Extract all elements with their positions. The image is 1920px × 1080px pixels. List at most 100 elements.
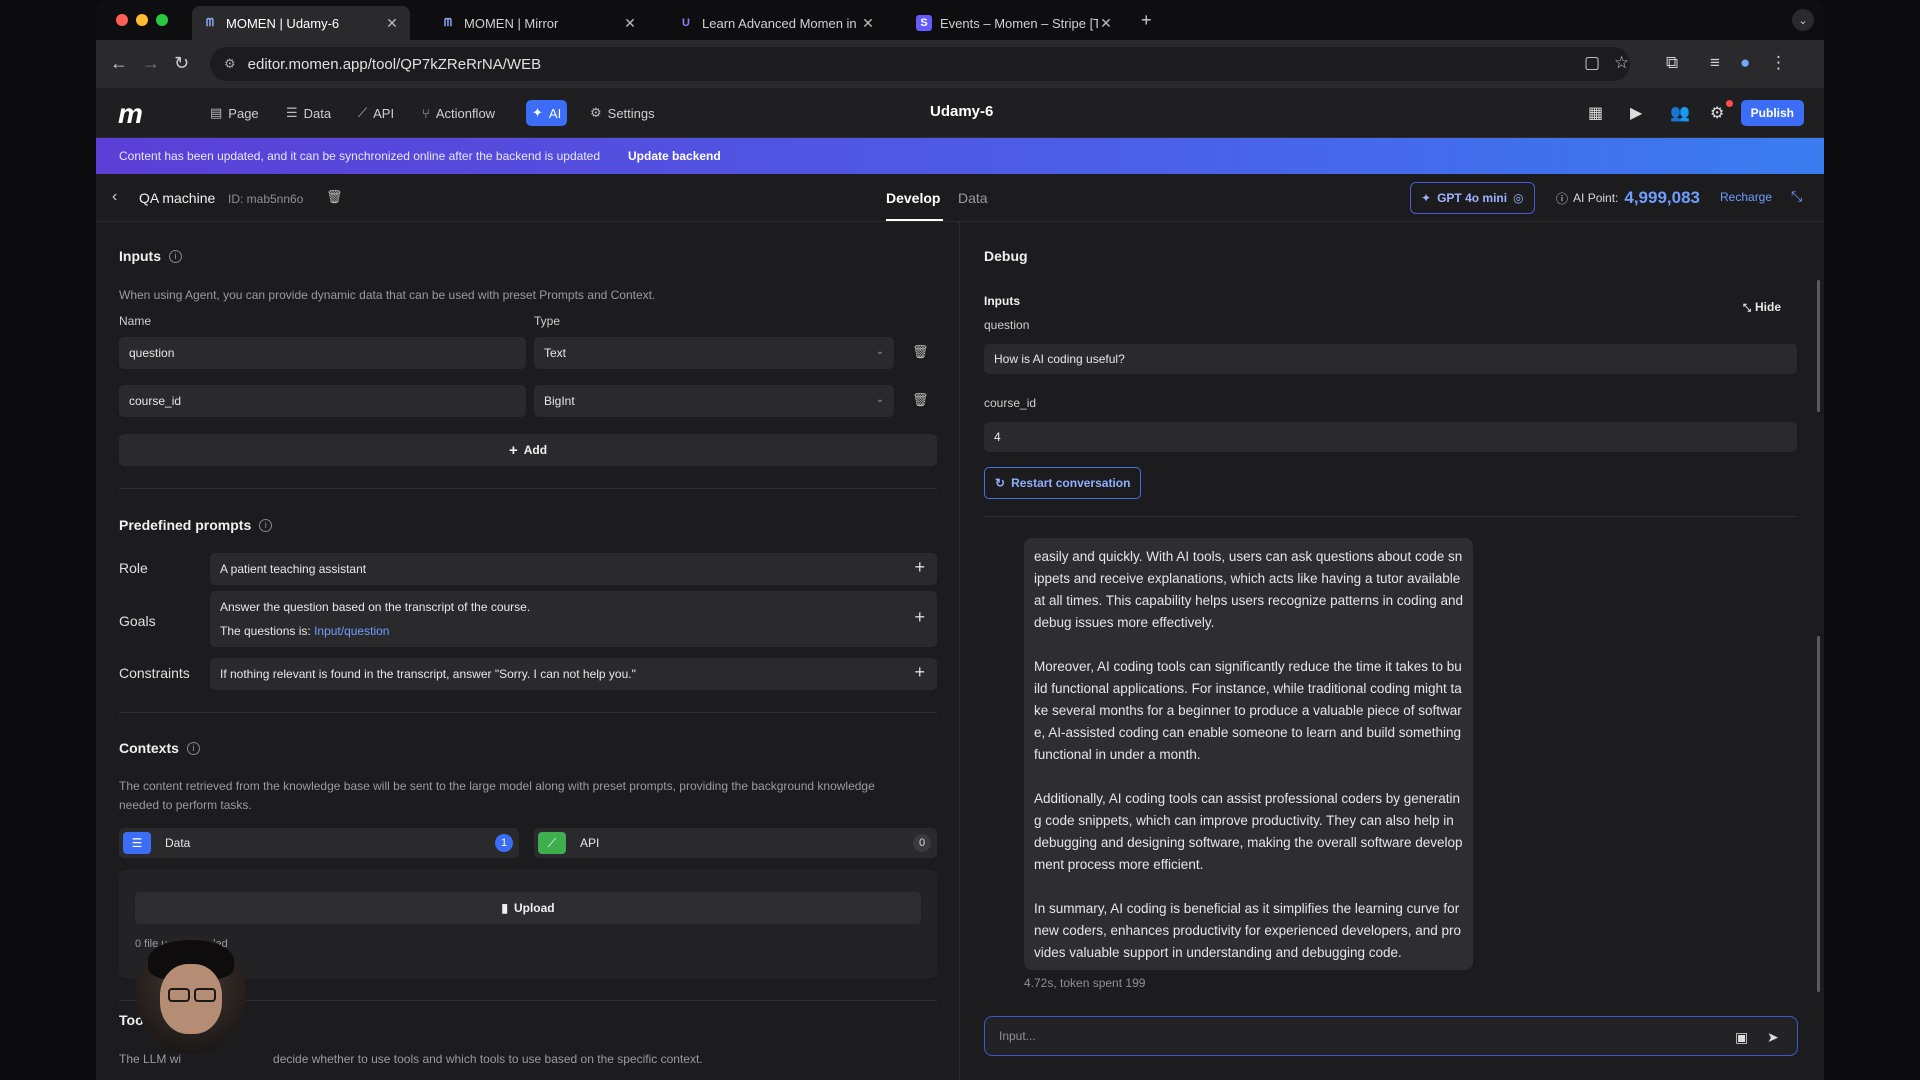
tab-develop[interactable]: Develop [886,190,940,206]
gear-icon: ⚙ [590,105,602,120]
tools-description: The LLM wi decide whether to use tools an… [119,1050,703,1069]
cast-icon[interactable]: ▢ [1584,53,1600,73]
agent-name: QA machine [139,190,216,206]
app-header: m ▤ Page ☰ Data ⟋ API ⑂ Actionflow ✦ AI ⚙ Sett… [96,88,1824,138]
info-icon[interactable]: i [169,249,182,263]
goals-line-2: The questions is: [220,624,311,638]
nav-ai[interactable]: ✦ AI [526,100,568,126]
webcam-overlay [136,936,246,1054]
chat-scrollbar[interactable] [1817,636,1820,992]
input-type-select[interactable]: Text ⌄ [534,337,894,369]
role-field[interactable]: A patient teaching assistant + [210,553,937,585]
chat-input[interactable]: Input... ▣ ➤ [984,1016,1798,1056]
minimize-window-button[interactable] [136,14,148,26]
document-icon[interactable]: ▦ [1588,103,1603,123]
back-arrow-icon[interactable]: ← [110,53,128,74]
add-input-button[interactable]: + Add [119,434,937,466]
tab-search-icon[interactable]: ⌄ [1792,9,1814,31]
tab-title: Learn Advanced Momen in 20 [702,15,860,31]
input-name-value: course_id [129,394,182,408]
page-icon: ▤ [210,105,223,120]
collaborators-icon[interactable]: ⚙ [1710,103,1724,123]
site-settings-icon[interactable]: ⚙ [224,56,236,72]
restart-conversation-button[interactable]: ↻ Restart conversation [984,467,1142,499]
plus-icon[interactable]: + [914,605,925,629]
nav-page[interactable]: ▤ Page [204,100,265,126]
new-tab-icon[interactable]: + [1141,10,1152,31]
restart-label: Restart conversation [1011,476,1131,490]
momen-logo[interactable]: m [118,98,143,130]
role-label: Role [119,560,148,576]
send-icon[interactable]: ➤ [1767,1029,1779,1046]
question-value: How is AI coding useful? [994,352,1125,366]
trash-icon[interactable]: 🗑 [326,189,343,205]
browser-tab-1[interactable]: ᗰ MOMEN | Udamy-6 ✕ [192,6,410,40]
constraints-field[interactable]: If nothing relevant is found in the tran… [210,658,937,690]
extensions-icon[interactable]: ⧉ [1666,53,1678,73]
variable-token[interactable]: Input/question [314,624,389,638]
reload-icon[interactable]: ↻ [174,53,189,74]
file-icon: ▮ [501,901,508,915]
active-tab-underline [886,219,943,221]
tab-title: MOMEN | Mirror [464,15,559,31]
nav-api[interactable]: ⟋ API [352,100,400,126]
close-window-button[interactable] [116,14,128,26]
plus-icon[interactable]: + [914,660,925,684]
profile-icon[interactable]: ● [1740,53,1750,73]
chevron-left-icon[interactable]: ‹ [112,188,117,206]
media-icon[interactable]: ≡ [1710,53,1720,73]
tools-desc-start: The LLM wi [119,1052,182,1066]
config-panel: Inputs i When using Agent, you can provi… [96,222,960,1080]
tab-data[interactable]: Data [958,190,988,206]
update-backend-link[interactable]: Update backend [628,149,721,163]
input-name-field[interactable]: question [119,337,526,369]
input-name-field[interactable]: course_id [119,385,526,417]
recharge-link[interactable]: Recharge [1720,190,1772,204]
info-icon[interactable]: i [259,518,273,532]
goals-line-1: Answer the question based on the transcr… [220,600,531,614]
browser-tab-2[interactable]: ᗰ MOMEN | Mirror ✕ [430,6,648,40]
users-icon[interactable]: 👥 [1670,103,1690,123]
actionflow-icon: ⑂ [422,105,430,121]
goals-field[interactable]: Answer the question based on the transcr… [210,591,937,647]
banner-text: Content has been updated, and it can be … [119,149,601,163]
hide-toggle[interactable]: ⤡ Hide [1743,300,1781,314]
address-bar[interactable]: ⚙ editor.momen.app/tool/QP7kZReRrNA/WEB [210,47,1630,81]
nav-label: API [373,105,395,121]
trash-icon[interactable]: 🗑 [912,344,929,360]
inputs-scrollbar[interactable] [1817,280,1820,412]
nav-settings[interactable]: ⚙ Settings [584,100,661,126]
collapse-icon[interactable]: ⤡ [1791,188,1802,205]
browser-menu-icon[interactable]: ⋮ [1770,53,1787,73]
plus-icon[interactable]: + [914,555,925,579]
close-tab-icon[interactable]: ✕ [860,15,876,32]
image-upload-icon[interactable]: ▣ [1735,1029,1748,1046]
nav-data[interactable]: ☰ Data [280,100,337,126]
settings-circle-icon: ◎ [1513,191,1524,205]
ai-point-label: AI Point: [1573,191,1619,205]
close-tab-icon[interactable]: ✕ [1098,15,1114,32]
question-input[interactable]: How is AI coding useful? [984,344,1797,374]
nav-actionflow[interactable]: ⑂ Actionflow [416,100,501,126]
close-tab-icon[interactable]: ✕ [384,15,400,32]
contexts-desc-line-1: The content retrieved from the knowledge… [119,779,875,793]
trash-icon[interactable]: 🗑 [912,392,929,408]
info-icon[interactable]: i [186,741,200,755]
browser-tab-3[interactable]: U Learn Advanced Momen in 20 ✕ [668,6,886,40]
browser-tab-4[interactable]: S Events – Momen – Stripe [Te ✕ [906,6,1124,40]
play-icon[interactable]: ▶ [1630,103,1642,123]
input-type-value: Text [544,346,567,360]
chevron-down-icon: ⌄ [875,346,884,357]
publish-button[interactable]: Publish [1740,100,1804,126]
maximize-window-button[interactable] [156,14,168,26]
chat-input-placeholder: Input... [999,1029,1036,1043]
context-api-card[interactable]: ⟋ API 0 [534,828,937,858]
upload-button[interactable]: ▮ Upload [135,892,921,924]
course-id-input[interactable]: 4 [984,422,1797,452]
bookmark-star-icon[interactable]: ☆ [1614,53,1629,73]
close-tab-icon[interactable]: ✕ [622,15,638,32]
input-type-select[interactable]: BigInt ⌄ [534,385,894,417]
model-selector[interactable]: ✦ GPT 4o mini ◎ [1410,182,1535,214]
forward-arrow-icon[interactable]: → [142,53,160,74]
context-data-card[interactable]: ☰ Data 1 [119,828,519,858]
